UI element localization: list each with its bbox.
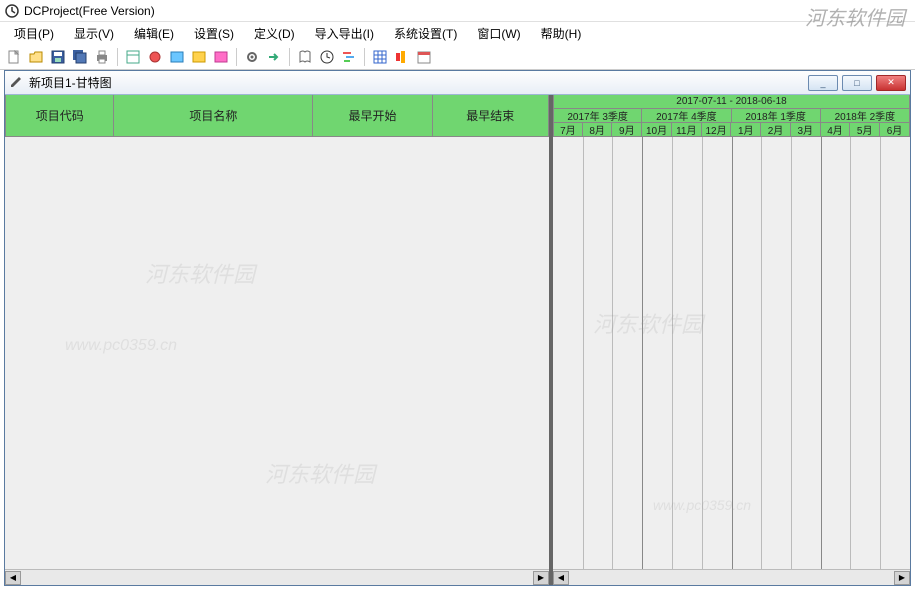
menu-window[interactable]: 窗口(W)	[467, 23, 530, 44]
menu-import-export[interactable]: 导入导出(I)	[305, 23, 384, 44]
menu-project[interactable]: 项目(P)	[4, 23, 64, 44]
menu-help[interactable]: 帮助(H)	[531, 23, 592, 44]
view-icon-1[interactable]	[123, 47, 143, 67]
menu-view[interactable]: 显示(V)	[64, 23, 124, 44]
watermark-text: 河东软件园	[265, 457, 375, 489]
timeline-quarter: 2018年 2季度	[821, 109, 910, 123]
toolbar-separator	[364, 48, 365, 66]
timeline-month: 9月	[612, 123, 642, 137]
save-all-icon[interactable]	[70, 47, 90, 67]
view-icon-3[interactable]	[167, 47, 187, 67]
timeline-month: 5月	[850, 123, 880, 137]
calendar-icon[interactable]	[414, 47, 434, 67]
open-folder-icon[interactable]	[26, 47, 46, 67]
timeline-month: 11月	[672, 123, 702, 137]
grid-icon[interactable]	[370, 47, 390, 67]
timeline-month: 6月	[880, 123, 910, 137]
timeline-month: 7月	[553, 123, 583, 137]
scroll-left-icon[interactable]: ◀	[5, 571, 21, 585]
resource-icon[interactable]	[392, 47, 412, 67]
watermark-url: www.pc0359.cn	[65, 337, 177, 355]
menu-settings[interactable]: 设置(S)	[184, 23, 244, 44]
edit-icon	[9, 75, 25, 91]
toolbar	[0, 44, 915, 70]
minimize-button[interactable]: _	[808, 75, 838, 91]
left-grid-body[interactable]: 河东软件园 www.pc0359.cn 河东软件园	[5, 137, 549, 569]
timeline-month: 2月	[761, 123, 791, 137]
left-grid-pane: 项目代码 项目名称 最早开始 最早结束 河东软件园 www.pc0359.cn …	[5, 95, 553, 585]
menu-edit[interactable]: 编辑(E)	[124, 23, 184, 44]
view-icon-4[interactable]	[189, 47, 209, 67]
print-icon[interactable]	[92, 47, 112, 67]
maximize-button[interactable]: □	[842, 75, 872, 91]
menu-define[interactable]: 定义(D)	[244, 23, 305, 44]
timeline-range-label: 2017-07-11 - 2018-06-18	[553, 95, 910, 109]
toolbar-separator	[236, 48, 237, 66]
view-icon-2[interactable]	[145, 47, 165, 67]
new-file-icon[interactable]	[4, 47, 24, 67]
menu-bar: 项目(P) 显示(V) 编辑(E) 设置(S) 定义(D) 导入导出(I) 系统…	[0, 22, 915, 44]
scroll-right-icon[interactable]: ▶	[533, 571, 549, 585]
timeline-header: 2017-07-11 - 2018-06-18 2017年 3季度 2017年 …	[553, 95, 910, 137]
col-header-name[interactable]: 项目名称	[114, 95, 313, 137]
arrow-icon[interactable]	[264, 47, 284, 67]
col-header-earliest-start[interactable]: 最早开始	[313, 95, 432, 137]
timeline-month: 1月	[731, 123, 761, 137]
app-icon	[4, 3, 20, 19]
child-window-title: 新项目1-甘特图	[29, 74, 112, 91]
timeline-month: 12月	[702, 123, 732, 137]
settings-icon[interactable]	[242, 47, 262, 67]
timeline-quarter: 2017年 4季度	[642, 109, 731, 123]
timeline-month: 10月	[642, 123, 672, 137]
timeline-quarter: 2017年 3季度	[553, 109, 642, 123]
view-icon-5[interactable]	[211, 47, 231, 67]
col-header-earliest-end[interactable]: 最早结束	[433, 95, 549, 137]
title-bar: DCProject(Free Version)	[0, 0, 915, 22]
toolbar-separator	[117, 48, 118, 66]
toolbar-separator	[289, 48, 290, 66]
gantt-icon[interactable]	[339, 47, 359, 67]
close-button[interactable]: ✕	[876, 75, 906, 91]
watermark-text: 河东软件园	[593, 307, 703, 339]
app-title: DCProject(Free Version)	[24, 4, 155, 18]
scroll-left-icon[interactable]: ◀	[553, 571, 569, 585]
clock-icon[interactable]	[317, 47, 337, 67]
timeline-month: 3月	[791, 123, 821, 137]
left-horizontal-scrollbar[interactable]: ◀ ▶	[5, 569, 549, 585]
timeline-pane: 2017-07-11 - 2018-06-18 2017年 3季度 2017年 …	[553, 95, 910, 585]
book-icon[interactable]	[295, 47, 315, 67]
timeline-quarter: 2018年 1季度	[732, 109, 821, 123]
scroll-right-icon[interactable]: ▶	[894, 571, 910, 585]
timeline-month: 4月	[821, 123, 851, 137]
left-grid-header: 项目代码 项目名称 最早开始 最早结束	[5, 95, 549, 137]
timeline-body[interactable]: 河东软件园 www.pc0359.cn	[553, 137, 910, 569]
save-icon[interactable]	[48, 47, 68, 67]
right-horizontal-scrollbar[interactable]: ◀ ▶	[553, 569, 910, 585]
gantt-window: 新项目1-甘特图 _ □ ✕ 项目代码 项目名称 最早开始 最早结束 河东软件园…	[4, 70, 911, 586]
timeline-month: 8月	[583, 123, 613, 137]
child-window-title-bar[interactable]: 新项目1-甘特图 _ □ ✕	[5, 71, 910, 95]
watermark-text: 河东软件园	[145, 257, 255, 289]
menu-system-settings[interactable]: 系统设置(T)	[384, 23, 467, 44]
col-header-code[interactable]: 项目代码	[5, 95, 114, 137]
